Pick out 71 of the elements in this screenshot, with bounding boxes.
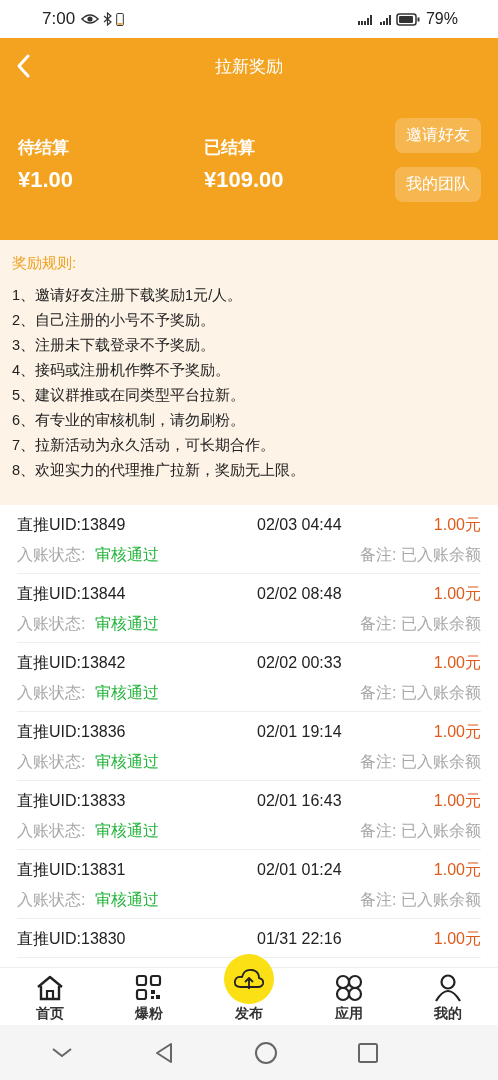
- status-text: 审核通过: [95, 889, 160, 910]
- status-text: 审核通过: [95, 613, 160, 634]
- record-time: 02/01 19:14: [257, 723, 342, 741]
- rule-text: 5、建议群推或在同类型平台拉新。: [12, 386, 247, 405]
- balance-amount: ¥109.00: [204, 167, 285, 193]
- apps-icon: [333, 973, 364, 1003]
- note-text: 备注: 已入账余额: [360, 889, 481, 910]
- reward-amount: 1.00元: [433, 652, 481, 673]
- referral-uid: 直推UID:13831: [17, 859, 127, 880]
- recents-square-icon[interactable]: [356, 1040, 380, 1065]
- tab-label[interactable]: 应用: [334, 1005, 363, 1023]
- record-time: 02/02 00:33: [257, 654, 342, 672]
- tab-label[interactable]: 爆粉: [135, 1005, 164, 1023]
- balance-label: 已结算: [204, 137, 256, 159]
- referral-uid: 直推UID:13836: [17, 721, 127, 742]
- status-text: 审核通过: [95, 682, 160, 703]
- rule-text: 1、邀请好友注册下载奖励1元/人。: [12, 286, 244, 305]
- upload-button[interactable]: [224, 954, 274, 1004]
- rule-text: 4、接码或注册机作弊不予奖励。: [12, 361, 232, 380]
- note-text: 备注: 已入账余额: [360, 682, 481, 703]
- status-label: 入账状态:: [17, 682, 86, 703]
- rule-text: 2、自己注册的小号不予奖励。: [12, 311, 217, 330]
- reward-amount: 1.00元: [433, 514, 481, 535]
- referral-uid: 直推UID:13849: [17, 514, 127, 535]
- rule-text: 6、有专业的审核机制，请勿刷粉。: [12, 411, 247, 430]
- tab-label[interactable]: 发布: [235, 1005, 263, 1023]
- note-text: 备注: 已入账余额: [360, 820, 481, 841]
- note-text: 备注: 已入账余额: [360, 751, 481, 772]
- rules-title: 奖励规则:: [12, 254, 78, 273]
- bluetooth-icon: [103, 12, 113, 26]
- reward-amount: 1.00元: [433, 790, 481, 811]
- balance-amount: ¥1.00: [18, 167, 75, 193]
- home-circle-icon[interactable]: [254, 1040, 278, 1065]
- record-time: 02/02 08:48: [257, 585, 342, 603]
- user-icon: [433, 973, 464, 1003]
- record-time: 02/01 16:43: [257, 792, 342, 810]
- battery-icon: [395, 12, 420, 26]
- tab-label[interactable]: 首页: [35, 1005, 64, 1023]
- referral-uid: 直推UID:13844: [17, 583, 127, 604]
- status-text: 审核通过: [95, 751, 160, 772]
- status-label: 入账状态:: [17, 751, 86, 772]
- referral-uid: 直推UID:13842: [17, 652, 127, 673]
- reward-amount: 1.00元: [433, 859, 481, 880]
- record-time: 02/01 01:24: [257, 861, 342, 879]
- status-label: 入账状态:: [17, 889, 86, 910]
- balance-label: 待结算: [18, 137, 70, 159]
- status-label: 入账状态:: [17, 544, 86, 565]
- reward-amount: 1.00元: [433, 928, 481, 949]
- record-time: 02/03 04:44: [257, 516, 342, 534]
- referral-uid: 直推UID:13833: [17, 790, 127, 811]
- eye-icon: [81, 13, 100, 25]
- status-text: 审核通过: [95, 820, 160, 841]
- battery-small-icon: [116, 12, 125, 26]
- clock-time: 7:00: [42, 9, 76, 29]
- status-text: 审核通过: [95, 544, 160, 565]
- reward-amount: 1.00元: [433, 583, 481, 604]
- reward-amount: 1.00元: [433, 721, 481, 742]
- signal-icon: [357, 12, 373, 26]
- note-text: 备注: 已入账余额: [360, 613, 481, 634]
- battery-level: 79%: [425, 10, 458, 28]
- note-text: 备注: 已入账余额: [360, 544, 481, 565]
- rule-text: 3、注册未下载登录不予奖励。: [12, 336, 217, 355]
- status-label: 入账状态:: [17, 820, 86, 841]
- page-title: 拉新奖励: [215, 55, 283, 78]
- cloud-upload-icon: [233, 967, 265, 991]
- rule-text: 7、拉新活动为永久活动，可长期合作。: [12, 436, 277, 455]
- referral-uid: 直推UID:13830: [17, 928, 127, 949]
- rule-text: 8、欢迎实力的代理推广拉新，奖励无上限。: [12, 461, 307, 480]
- status-label: 入账状态:: [17, 613, 86, 634]
- record-time: 01/31 22:16: [257, 930, 342, 948]
- tab-label[interactable]: 我的: [434, 1005, 463, 1023]
